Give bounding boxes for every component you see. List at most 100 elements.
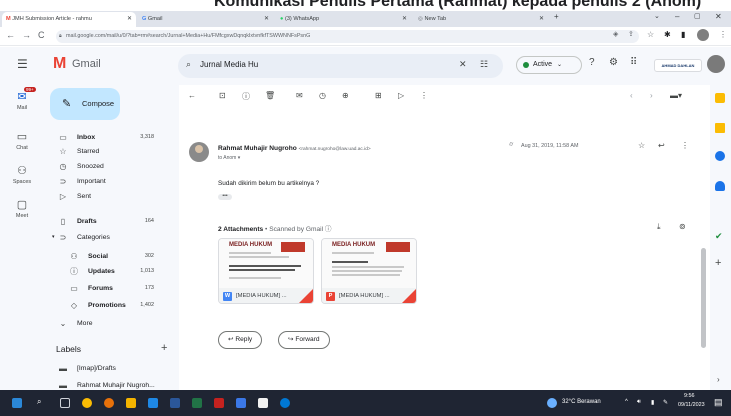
star-icon[interactable]: ☆ bbox=[638, 141, 645, 150]
sidebar-label-imap-drafts[interactable]: ▬ [Imap]/Drafts bbox=[44, 362, 170, 375]
status-dropdown[interactable]: Active ⌄ bbox=[516, 56, 582, 74]
browser-menu-icon[interactable]: ⋮ bbox=[719, 30, 727, 39]
checkmark-icon[interactable]: ✔ bbox=[715, 231, 723, 242]
sidebar-item-snoozed[interactable]: ◷ Snoozed bbox=[44, 160, 170, 173]
input-tools-icon[interactable]: ▬▾ bbox=[670, 91, 682, 100]
close-tab-icon[interactable]: ✕ bbox=[127, 12, 132, 27]
chrome-app-icon[interactable] bbox=[258, 398, 268, 408]
profile-avatar[interactable] bbox=[697, 29, 709, 41]
system-tray-chevron-icon[interactable]: ^ bbox=[625, 399, 628, 405]
notifications-icon[interactable]: ▤ bbox=[714, 397, 723, 408]
maximize-icon[interactable]: ▢ bbox=[694, 12, 701, 20]
sidebar-item-starred[interactable]: ☆ Starred bbox=[44, 145, 170, 158]
sidebar-item-promotions[interactable]: ◇ Promotions 1,402 bbox=[44, 299, 170, 312]
mail-search-bar[interactable]: ⌕ Jurnal Media Hu ✕ ☷ bbox=[178, 54, 503, 78]
attachment-card[interactable]: MEDIA HUKUM P [MEDIA HUKUM] ... bbox=[321, 238, 417, 304]
pen-icon[interactable]: ✎ bbox=[663, 399, 668, 406]
close-tab-icon[interactable]: ✕ bbox=[402, 12, 407, 27]
weather-text[interactable]: 32°C Berawan bbox=[562, 399, 601, 405]
clear-search-icon[interactable]: ✕ bbox=[459, 59, 467, 70]
attachment-card[interactable]: MEDIA HUKUM W [MEDIA HUKUM] ... bbox=[218, 238, 314, 304]
new-tab-plus-icon[interactable]: + bbox=[554, 12, 559, 21]
add-to-drive-icon[interactable]: ⊚ bbox=[679, 222, 686, 231]
bookmark-star-icon[interactable]: ☆ bbox=[647, 30, 654, 39]
compose-button[interactable]: ✎ Compose bbox=[50, 88, 120, 120]
rail-chat[interactable]: ▭ Chat bbox=[0, 131, 44, 151]
add-label-icon[interactable]: + bbox=[161, 342, 167, 354]
sidebar-item-forums[interactable]: ▭ Forums 173 bbox=[44, 282, 170, 295]
show-trimmed-content-button[interactable]: ••• bbox=[218, 194, 232, 200]
move-to-icon[interactable]: ⊞ bbox=[375, 91, 382, 100]
forward-button[interactable]: ↪ Forward bbox=[278, 331, 330, 349]
sidebar-item-categories[interactable]: ⊃ Categories ▾ bbox=[44, 231, 170, 244]
window-close-icon[interactable]: ✕ bbox=[715, 12, 722, 21]
message-more-icon[interactable]: ⋮ bbox=[681, 141, 689, 150]
apps-grid-icon[interactable]: ⠿ bbox=[630, 57, 637, 68]
volume-icon[interactable]: 🔊︎ bbox=[637, 399, 641, 406]
add-task-icon[interactable]: ⊕ bbox=[342, 91, 349, 100]
file-explorer-icon[interactable] bbox=[126, 398, 136, 408]
task-view-icon[interactable] bbox=[60, 398, 70, 408]
info-icon[interactable]: ⓘ bbox=[325, 226, 332, 233]
report-spam-icon[interactable]: ⓘ bbox=[242, 91, 250, 102]
search-input[interactable]: Jurnal Media Hu bbox=[200, 60, 258, 69]
tab-jmh-submission[interactable]: M JMH Submission Article - rahmu ✕ bbox=[2, 12, 136, 27]
location-icon[interactable]: ◈ bbox=[613, 30, 618, 38]
minimize-icon[interactable]: – bbox=[675, 12, 679, 21]
reply-button[interactable]: ↩ Reply bbox=[218, 331, 263, 349]
tab-whatsapp[interactable]: ● (3) WhatsApp ✕ bbox=[276, 12, 411, 27]
get-addons-plus-icon[interactable]: + bbox=[715, 257, 721, 269]
search-icon[interactable]: ⌕ bbox=[186, 59, 191, 70]
gmail-logo-icon[interactable]: M bbox=[53, 55, 66, 73]
recipient-line[interactable]: to Anom ▾ bbox=[218, 155, 240, 161]
back-to-list-icon[interactable]: ← bbox=[188, 91, 196, 100]
close-tab-icon[interactable]: ✕ bbox=[264, 12, 269, 27]
clock-time[interactable]: 9:56 bbox=[684, 393, 695, 399]
address-bar[interactable]: 🔒︎ mail.google.com/mail/u/0/?tab=rm#sear… bbox=[56, 30, 639, 43]
tab-gmail[interactable]: G Gmail ✕ bbox=[138, 12, 273, 27]
sidebar-item-social[interactable]: ⚇ Social 302 bbox=[44, 250, 170, 263]
sidebar-item-updates[interactable]: ⓘ Updates 1,013 bbox=[44, 265, 170, 278]
tab-new-tab[interactable]: ◎ New Tab ✕ bbox=[414, 12, 548, 27]
keep-icon[interactable] bbox=[715, 123, 725, 133]
rail-meet[interactable]: ▢ Meet bbox=[0, 199, 44, 219]
windows-start-icon[interactable] bbox=[12, 398, 22, 408]
sender-avatar[interactable] bbox=[189, 142, 209, 162]
taskbar-search-icon[interactable]: ⌕ bbox=[37, 397, 41, 407]
firefox-taskbar-icon[interactable] bbox=[104, 398, 114, 408]
hide-panel-chevron-icon[interactable]: › bbox=[717, 375, 720, 384]
search-options-icon[interactable]: ☷ bbox=[480, 59, 488, 70]
contacts-icon[interactable] bbox=[715, 181, 725, 191]
edge-app-icon[interactable] bbox=[280, 398, 290, 408]
rail-spaces[interactable]: ⚇ Spaces bbox=[0, 165, 44, 185]
mark-unread-icon[interactable]: ✉ bbox=[296, 91, 303, 100]
acrobat-app-icon[interactable] bbox=[214, 398, 224, 408]
sidepanel-icon[interactable]: ▮ bbox=[681, 30, 685, 39]
share-icon[interactable]: ⇪ bbox=[628, 30, 634, 38]
tasks-icon[interactable] bbox=[715, 151, 725, 161]
reload-icon[interactable]: C bbox=[38, 30, 45, 40]
archive-icon[interactable]: ⊡ bbox=[219, 91, 226, 100]
help-icon[interactable]: ? bbox=[589, 57, 595, 68]
mail-app-icon[interactable] bbox=[148, 398, 158, 408]
organization-logo[interactable]: AHMAD DAHLAN bbox=[654, 59, 702, 72]
close-tab-icon[interactable]: ✕ bbox=[539, 12, 544, 27]
sidebar-item-drafts[interactable]: ▯ Drafts 164 bbox=[44, 215, 170, 228]
extensions-icon[interactable]: ✱ bbox=[664, 30, 671, 39]
store-app-icon[interactable] bbox=[236, 398, 246, 408]
main-menu-icon[interactable]: ☰ bbox=[17, 57, 28, 71]
word-app-icon[interactable] bbox=[170, 398, 180, 408]
message-scrollbar[interactable] bbox=[701, 85, 706, 390]
back-arrow-icon[interactable]: ← bbox=[6, 30, 15, 40]
calendar-icon[interactable] bbox=[715, 93, 725, 103]
more-options-icon[interactable]: ⋮ bbox=[420, 91, 428, 100]
newer-icon[interactable]: ‹ bbox=[630, 91, 633, 100]
older-icon[interactable]: › bbox=[650, 91, 653, 100]
sidebar-item-sent[interactable]: ▷ Sent bbox=[44, 190, 170, 203]
rail-mail[interactable]: ✉ Mail 99+ bbox=[0, 87, 44, 111]
sidebar-item-inbox[interactable]: ▭ Inbox 3,318 bbox=[44, 131, 170, 144]
delete-icon[interactable]: 🗑︎ bbox=[265, 91, 275, 100]
download-all-icon[interactable]: ⤓ bbox=[657, 222, 661, 232]
label-icon[interactable]: ▷ bbox=[398, 91, 404, 100]
chrome-taskbar-icon[interactable] bbox=[82, 398, 92, 408]
